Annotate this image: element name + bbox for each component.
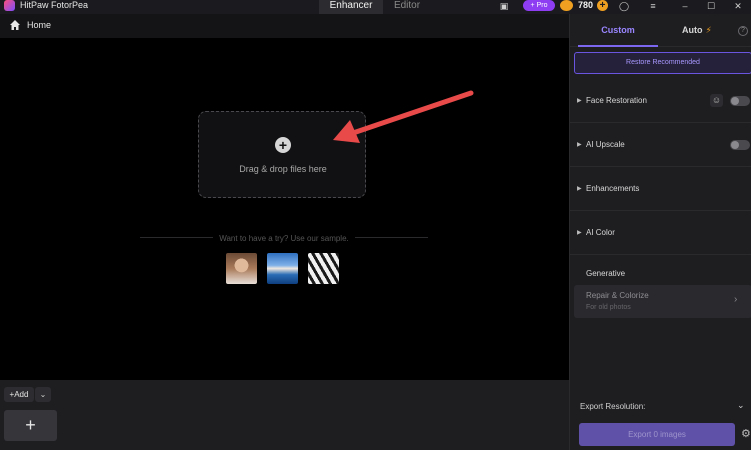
add-button-label: Add [14, 390, 29, 399]
add-file-tile[interactable]: + [4, 410, 57, 441]
sample-thumb-coast[interactable] [267, 253, 298, 284]
settings-panel: Custom Auto ⚡ ? Restore Recommended ▶ Fac… [569, 14, 751, 450]
ai-upscale-toggle[interactable] [730, 140, 750, 150]
restore-recommended-button[interactable]: Restore Recommended [574, 52, 751, 74]
app-logo-icon [4, 0, 15, 11]
generative-heading: Generative [586, 269, 626, 278]
bolt-icon: ⚡ [705, 25, 712, 35]
panel-tabs: Custom Auto ⚡ ? [570, 14, 751, 47]
tab-auto[interactable]: Auto ⚡ [682, 14, 732, 47]
tasks-icon[interactable]: ▣ [499, 1, 509, 11]
repair-colorize-title: Repair & Colorize [586, 291, 649, 300]
sample-thumb-portrait[interactable] [226, 253, 257, 284]
file-tray: +Add ⌄ + [0, 380, 569, 450]
export-resolution-label: Export Resolution: [580, 402, 646, 411]
repair-colorize-subtitle: For old photos [586, 304, 631, 311]
face-restoration-toggle[interactable] [730, 96, 750, 106]
help-icon[interactable]: ? [738, 26, 748, 36]
add-dropdown-chevron-down-icon[interactable]: ⌄ [35, 387, 51, 402]
tab-enhancer[interactable]: Enhancer [319, 0, 383, 14]
menu-icon[interactable]: ≡ [648, 1, 658, 11]
tab-editor[interactable]: Editor [384, 0, 430, 14]
repair-colorize-card[interactable]: Repair & Colorize For old photos › [574, 285, 751, 318]
close-icon[interactable]: ✕ [733, 1, 743, 11]
sample-prompt: Want to have a try? Use our sample. [140, 234, 428, 243]
section-label: Enhancements [586, 184, 640, 193]
drop-zone[interactable]: + Drag & drop files here [198, 111, 366, 198]
section-enhancements[interactable]: ▶ Enhancements [570, 167, 751, 211]
caret-right-icon: ▶ [577, 98, 582, 104]
section-ai-color[interactable]: ▶ AI Color [570, 211, 751, 255]
tab-custom[interactable]: Custom [578, 14, 658, 47]
chevron-double-down-icon[interactable]: ⌄ [737, 400, 745, 411]
caret-right-icon: ▶ [577, 142, 582, 148]
maximize-icon[interactable]: ☐ [706, 1, 716, 11]
pro-button[interactable]: + Pro [523, 0, 555, 11]
tab-auto-label: Auto [682, 25, 703, 35]
minimize-icon[interactable]: – [680, 1, 690, 11]
title-bar: HitPaw FotorPea Enhancer Editor ▣ + Pro … [0, 0, 751, 14]
sample-prompt-text: Want to have a try? Use our sample. [213, 234, 355, 243]
section-label: AI Upscale [586, 140, 625, 149]
home-link[interactable]: Home [27, 20, 51, 30]
section-ai-upscale[interactable]: ▶ AI Upscale [570, 123, 751, 167]
account-icon[interactable]: ◯ [619, 1, 629, 11]
coin-icon [560, 0, 573, 11]
gear-icon[interactable]: ⚙ [741, 428, 751, 440]
breadcrumb: Home [0, 14, 569, 38]
home-icon[interactable] [9, 19, 21, 31]
caret-right-icon: ▶ [577, 230, 582, 236]
sample-thumb-fish[interactable] [308, 253, 339, 284]
app-name: HitPaw FotorPea [20, 0, 89, 10]
section-face-restoration[interactable]: ▶ Face Restoration ☺ [570, 79, 751, 123]
face-icon[interactable]: ☺ [710, 94, 723, 107]
buy-credits-icon[interactable]: + [597, 0, 608, 11]
section-label: AI Color [586, 228, 615, 237]
credits-count: 780 [578, 0, 594, 10]
caret-right-icon: ▶ [577, 186, 582, 192]
export-button[interactable]: Export 0 images [579, 423, 735, 446]
drop-zone-label: Drag & drop files here [239, 164, 327, 174]
workspace-canvas: + Drag & drop files here Want to have a … [0, 38, 569, 380]
add-file-icon[interactable]: + [275, 137, 291, 153]
section-label: Face Restoration [586, 96, 647, 105]
add-button[interactable]: +Add [4, 387, 34, 402]
app-window: HitPaw FotorPea Enhancer Editor ▣ + Pro … [0, 0, 751, 450]
chevron-right-icon: › [734, 294, 738, 305]
